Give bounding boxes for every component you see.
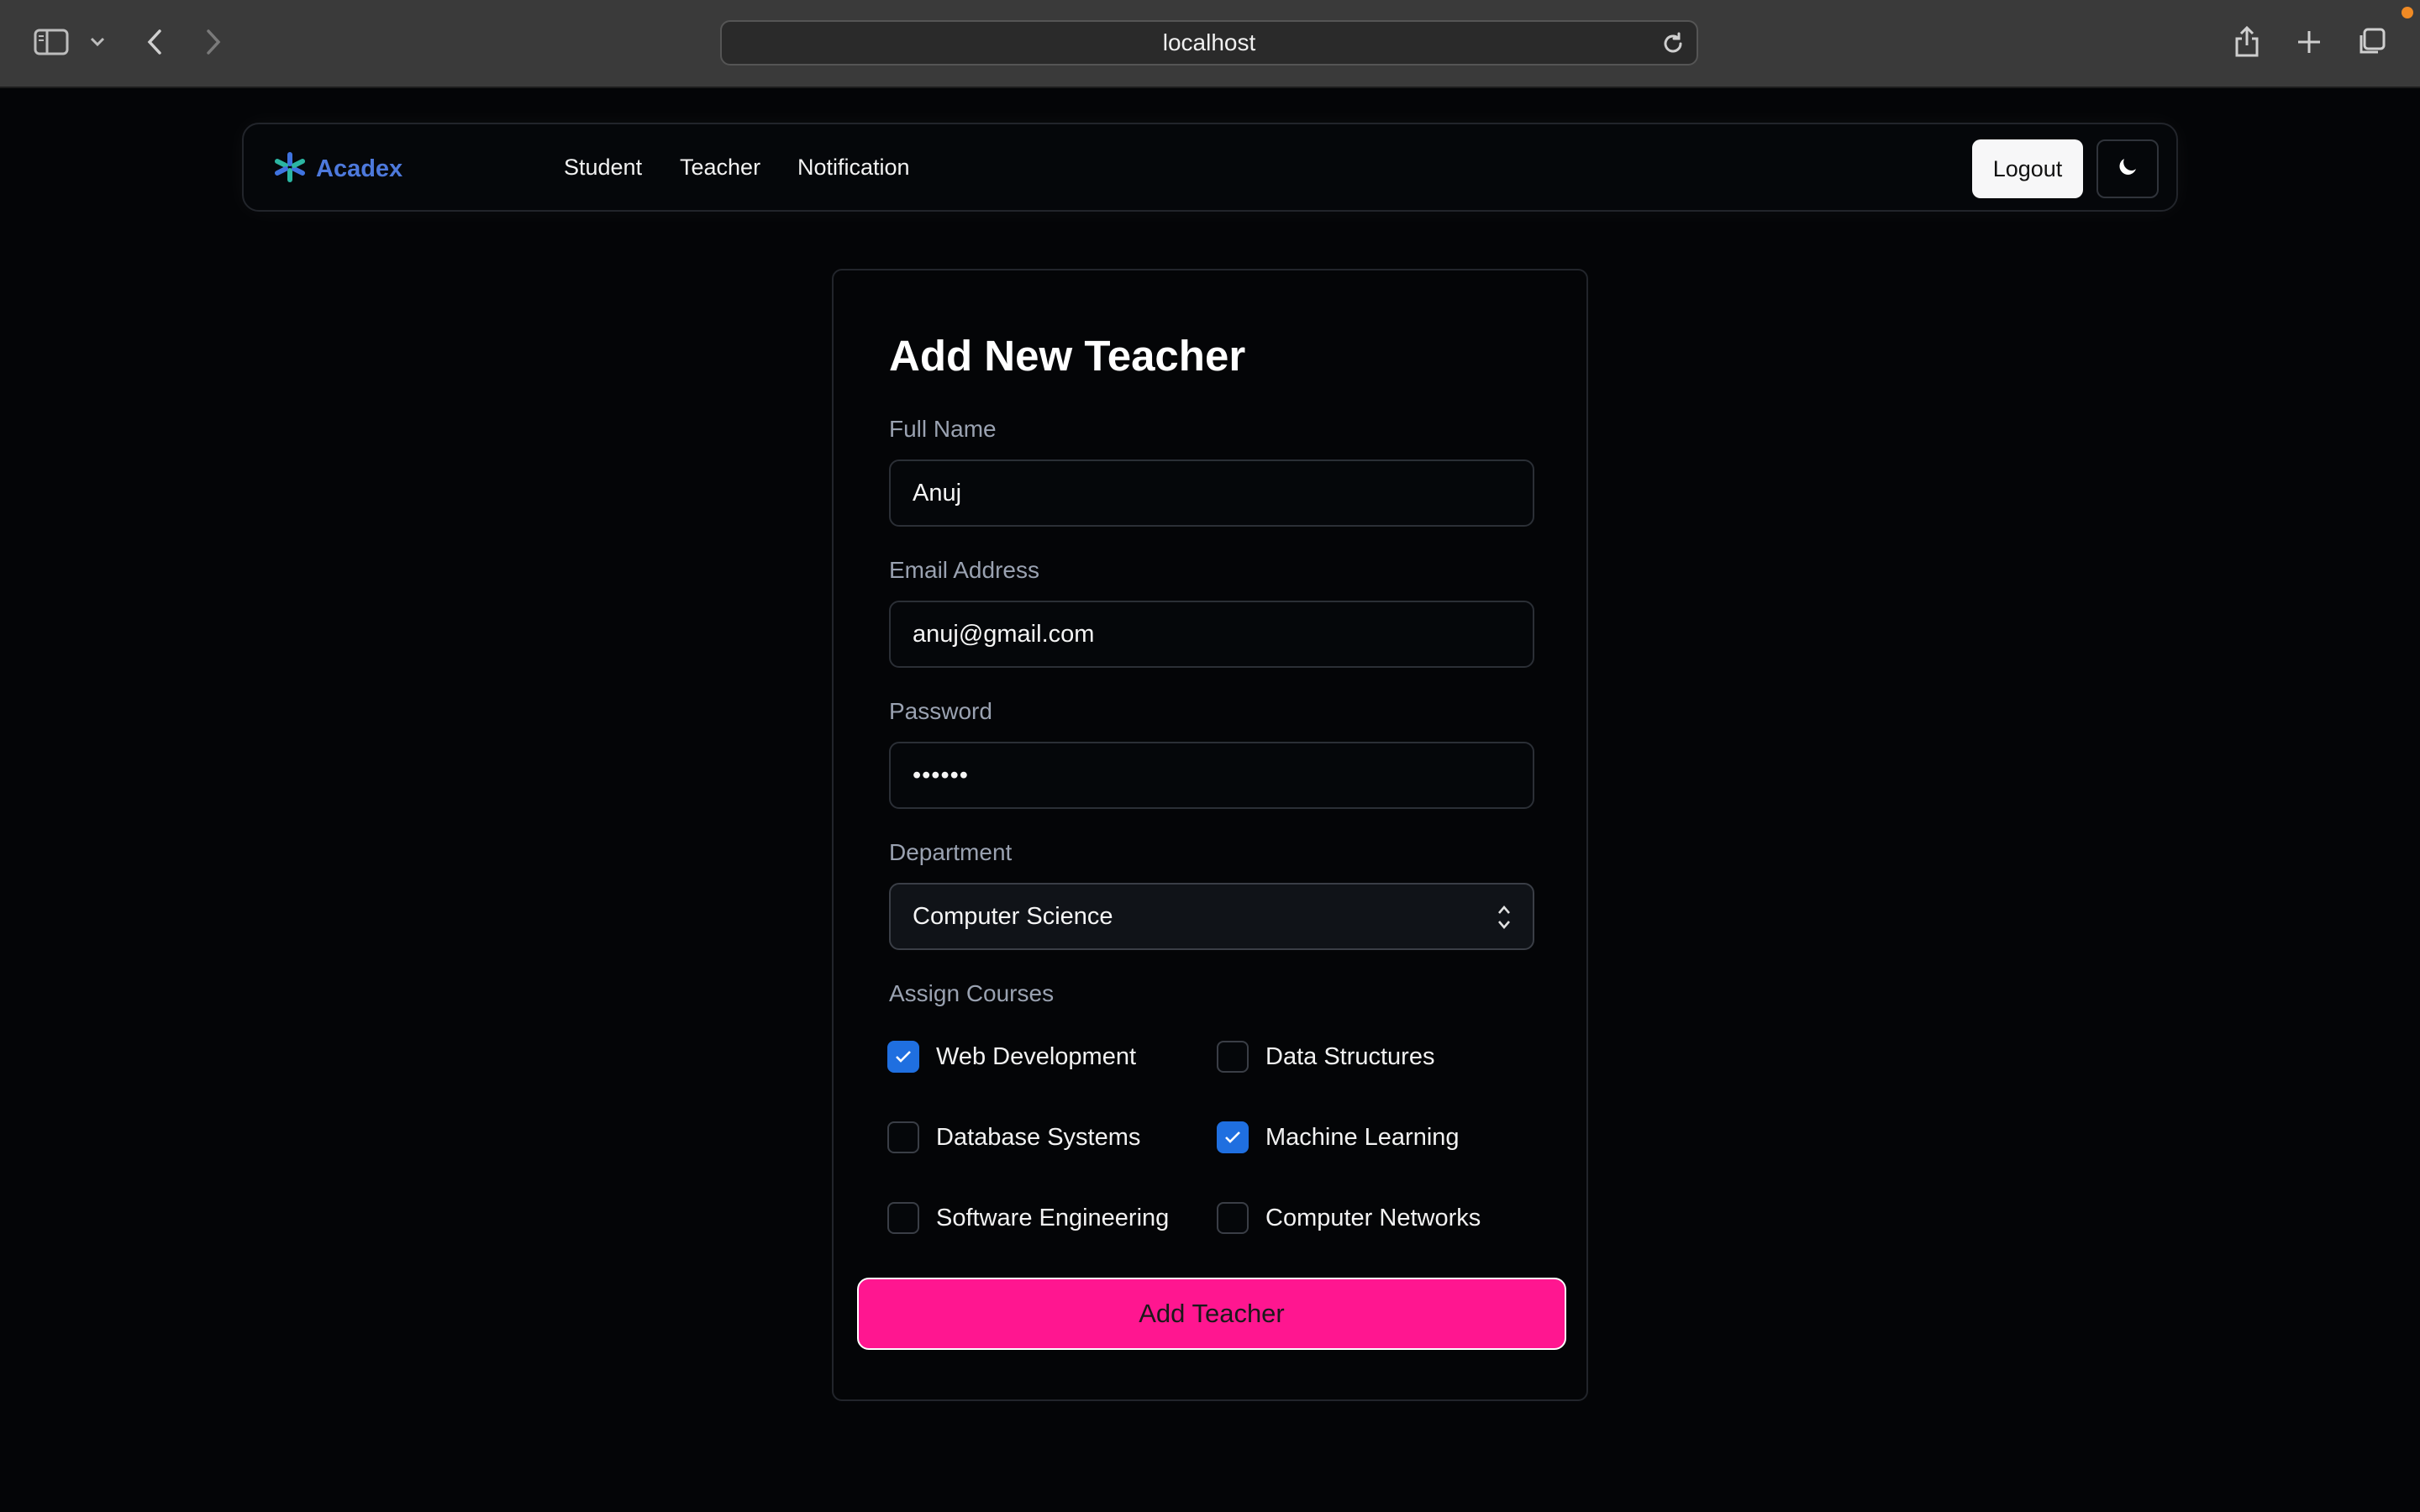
- nav-link-teacher[interactable]: Teacher: [680, 155, 760, 181]
- logo-icon: [274, 151, 306, 187]
- department-select[interactable]: Computer Science: [889, 883, 1534, 950]
- email-label: Email Address: [889, 557, 1039, 583]
- full-name-value: Anuj: [913, 479, 962, 507]
- add-teacher-button[interactable]: Add Teacher: [857, 1278, 1566, 1350]
- back-icon[interactable]: [141, 25, 168, 59]
- sidebar-icon[interactable]: [32, 25, 71, 59]
- tabs-overview-icon[interactable]: [2354, 25, 2388, 59]
- checkbox-unchecked[interactable]: [887, 1202, 919, 1234]
- address-bar[interactable]: localhost: [720, 20, 1698, 66]
- navbar: Acadex Student Teacher Notification Logo…: [242, 123, 2178, 212]
- course-label: Web Development: [936, 1042, 1137, 1070]
- course-label: Computer Networks: [1265, 1204, 1481, 1231]
- forward-icon[interactable]: [200, 25, 227, 59]
- brand-name: Acadex: [316, 155, 403, 182]
- add-teacher-card: Add New Teacher Full Name Anuj Email Add…: [832, 269, 1588, 1401]
- course-label: Database Systems: [936, 1123, 1141, 1151]
- course-label: Software Engineering: [936, 1204, 1170, 1231]
- browser-toolbar: localhost: [0, 0, 2420, 88]
- course-data-structures[interactable]: Data Structures: [1217, 1041, 1434, 1073]
- reload-icon[interactable]: [1660, 30, 1686, 57]
- password-value: ••••••: [913, 761, 969, 789]
- nav-link-student[interactable]: Student: [564, 155, 642, 181]
- checkbox-unchecked[interactable]: [1217, 1202, 1249, 1234]
- course-label: Data Structures: [1265, 1042, 1435, 1070]
- page-title: Add New Teacher: [889, 332, 1246, 380]
- assign-courses-label: Assign Courses: [889, 980, 1055, 1006]
- notification-dot: [2402, 7, 2413, 18]
- department-label: Department: [889, 839, 1013, 865]
- email-value: anuj@gmail.com: [913, 620, 1095, 648]
- checkmark-icon: [896, 1051, 911, 1063]
- share-icon[interactable]: [2232, 24, 2262, 60]
- password-input[interactable]: ••••••: [889, 742, 1534, 809]
- department-value: Computer Science: [913, 902, 1113, 930]
- course-database-systems[interactable]: Database Systems: [887, 1121, 1140, 1153]
- course-computer-networks[interactable]: Computer Networks: [1217, 1202, 1481, 1234]
- email-input[interactable]: anuj@gmail.com: [889, 601, 1534, 668]
- checkbox-unchecked[interactable]: [1217, 1041, 1249, 1073]
- checkbox-checked[interactable]: [887, 1041, 919, 1073]
- full-name-input[interactable]: Anuj: [889, 459, 1534, 527]
- course-machine-learning[interactable]: Machine Learning: [1217, 1121, 1460, 1153]
- url-text: localhost: [1162, 29, 1256, 55]
- checkmark-icon: [1225, 1131, 1240, 1143]
- nav-link-notification[interactable]: Notification: [797, 155, 910, 181]
- course-web-development[interactable]: Web Development: [887, 1041, 1136, 1073]
- select-arrows-icon: [1496, 903, 1512, 938]
- logout-button[interactable]: Logout: [1972, 139, 2083, 198]
- password-label: Password: [889, 698, 992, 724]
- moon-icon: [2116, 155, 2139, 183]
- course-label: Machine Learning: [1265, 1123, 1460, 1151]
- checkbox-checked[interactable]: [1217, 1121, 1249, 1153]
- chevron-down-icon[interactable]: [87, 32, 108, 52]
- theme-toggle-button[interactable]: [2096, 139, 2159, 198]
- checkbox-unchecked[interactable]: [887, 1121, 919, 1153]
- full-name-label: Full Name: [889, 416, 997, 442]
- course-software-engineering[interactable]: Software Engineering: [887, 1202, 1169, 1234]
- brand-logo[interactable]: Acadex: [274, 151, 402, 187]
- new-tab-icon[interactable]: [2294, 25, 2324, 59]
